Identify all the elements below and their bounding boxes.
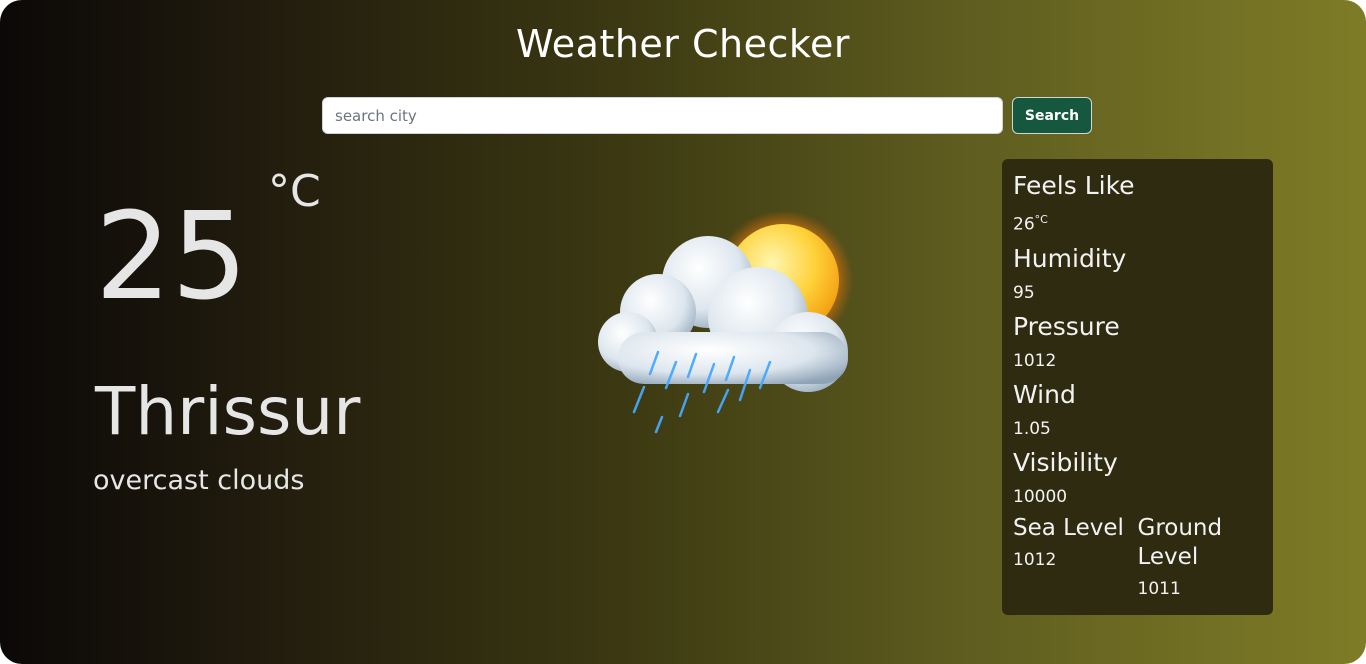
search-input[interactable] bbox=[322, 97, 1003, 134]
weather-app: Weather Checker Search 25 °C Thrissur ov… bbox=[0, 0, 1366, 664]
ground-level-label: Ground Level bbox=[1137, 514, 1223, 570]
wind-label: Wind bbox=[1013, 379, 1076, 409]
weather-description: overcast clouds bbox=[93, 465, 305, 496]
pressure-label: Pressure bbox=[1013, 311, 1120, 341]
temperature-unit: °C bbox=[268, 166, 321, 217]
ground-level-column: Ground Level 1011 bbox=[1138, 514, 1263, 606]
sea-level-label: Sea Level bbox=[1013, 514, 1124, 541]
search-button[interactable]: Search bbox=[1012, 97, 1092, 134]
humidity-value: 95 bbox=[1013, 282, 1035, 303]
visibility-value: 10000 bbox=[1013, 486, 1068, 507]
sea-level-column: Sea Level 1012 bbox=[1013, 514, 1138, 606]
feels-like-value: 26°C bbox=[1013, 213, 1048, 235]
level-row: Sea Level 1012 Ground Level 1011 bbox=[1013, 514, 1262, 606]
sea-level-value: 1012 bbox=[1013, 549, 1057, 570]
humidity-label: Humidity bbox=[1013, 243, 1127, 273]
pressure-value: 1012 bbox=[1013, 350, 1057, 371]
wind-value: 1.05 bbox=[1013, 418, 1051, 439]
visibility-label: Visibility bbox=[1013, 447, 1118, 477]
ground-level-value: 1011 bbox=[1137, 578, 1181, 599]
temperature-value: 25 bbox=[95, 188, 248, 327]
weather-details-panel: Feels Like 26°C Humidity 95 Pressure 101… bbox=[1002, 159, 1273, 615]
page-title: Weather Checker bbox=[515, 22, 851, 66]
feels-like-label: Feels Like bbox=[1013, 171, 1135, 200]
cloud-sun-rain-icon bbox=[598, 212, 853, 434]
city-name: Thrissur bbox=[95, 373, 361, 450]
feels-like-unit: °C bbox=[1034, 213, 1048, 226]
